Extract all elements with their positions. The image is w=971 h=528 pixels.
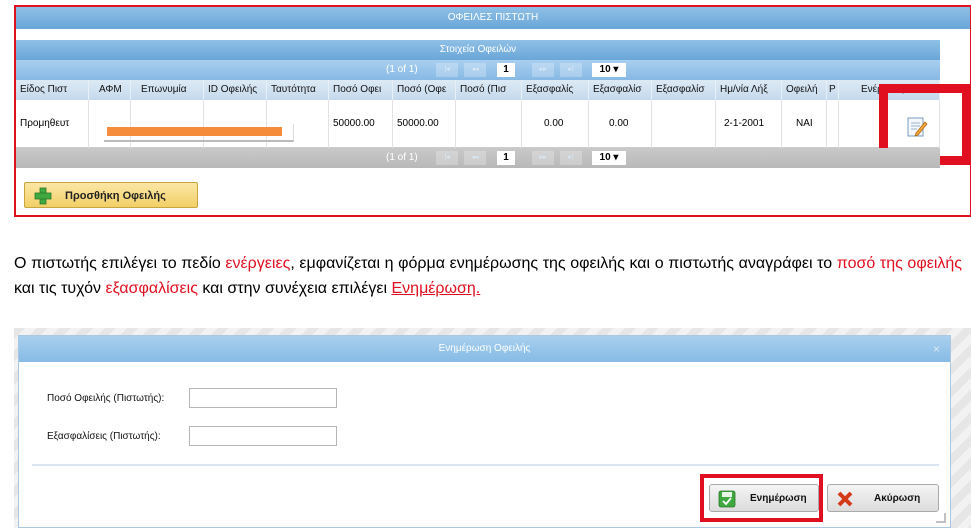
text-segment: , εμφανίζεται η φόρμα ενημέρωσης της οφε… bbox=[290, 255, 837, 272]
col-header[interactable]: Ταυτότητα bbox=[267, 80, 329, 100]
rows-per-page-select[interactable]: 10 ▾ bbox=[592, 63, 626, 77]
col-header[interactable]: Ποσό Οφει bbox=[329, 80, 393, 100]
text-segment: και στην συνέχεια επιλέγει bbox=[197, 280, 392, 297]
collateral-label: Εξασφαλίσεις (Πιστωτής): bbox=[47, 431, 161, 442]
current-page[interactable]: 1 bbox=[497, 151, 515, 165]
next-page-button[interactable]: ▸▸ bbox=[532, 151, 554, 165]
next-page-button[interactable]: ▸▸ bbox=[532, 63, 554, 77]
prev-page-button[interactable]: ◂◂ bbox=[464, 151, 486, 165]
redaction-bar bbox=[107, 127, 282, 136]
cell-r bbox=[827, 100, 839, 148]
instruction-text: Ο πιστωτής επιλέγει το πεδίο ενέργειες, … bbox=[14, 251, 962, 301]
text-segment: Ο πιστωτής επιλέγει το πεδίο bbox=[14, 255, 226, 272]
col-header[interactable]: Ποσό (Οφε bbox=[393, 80, 456, 100]
cancel-label: Ακύρωση bbox=[874, 493, 921, 504]
close-icon[interactable]: × bbox=[933, 343, 940, 355]
text-segment: και τις τυχόν bbox=[14, 280, 106, 297]
highlight-actions: ενέργειες bbox=[225, 255, 291, 272]
cell-debt-flag: ΝΑΙ bbox=[782, 100, 827, 148]
plus-icon bbox=[34, 187, 52, 205]
col-header[interactable]: Ρ bbox=[827, 80, 839, 100]
amount-label: Ποσό Οφειλής (Πιστωτής): bbox=[47, 393, 165, 404]
highlight-collateral: εξασφαλίσεις bbox=[105, 280, 198, 297]
collateral-input[interactable] bbox=[189, 426, 337, 446]
col-header[interactable]: Εξασφαλίσ bbox=[652, 80, 716, 100]
add-debt-button[interactable]: Προσθήκη Οφειλής bbox=[24, 182, 198, 208]
rows-per-page-select[interactable]: 10 ▾ bbox=[592, 151, 626, 165]
add-debt-label: Προσθήκη Οφειλής bbox=[65, 190, 166, 202]
first-page-button[interactable]: |◂ bbox=[436, 63, 458, 77]
cell-amount-creditor bbox=[456, 100, 522, 148]
prev-page-button[interactable]: ◂◂ bbox=[464, 63, 486, 77]
col-header[interactable]: Εξασφαλίς bbox=[522, 80, 589, 100]
table-caption: Στοιχεία Οφειλών bbox=[16, 40, 940, 60]
col-header[interactable]: ID Οφειλής bbox=[204, 80, 267, 100]
page-count: (1 of 1) bbox=[386, 152, 418, 163]
cell-collateral-1: 0.00 bbox=[522, 100, 589, 148]
cell-collateral-2: 0.00 bbox=[589, 100, 652, 148]
cell-amount: 50000.00 bbox=[329, 100, 393, 148]
col-header[interactable]: Ημ/νία Λήξ bbox=[716, 80, 782, 100]
cell-expiry: 2-1-2001 bbox=[716, 100, 782, 148]
cell-type: Προμηθευτ bbox=[16, 100, 89, 148]
cancel-x-icon bbox=[836, 490, 854, 511]
last-page-button[interactable]: ▸| bbox=[560, 151, 582, 165]
dialog-titlebar[interactable]: Ενημέρωση Οφειλής × bbox=[19, 336, 950, 362]
last-page-button[interactable]: ▸| bbox=[560, 63, 582, 77]
amount-input[interactable] bbox=[189, 388, 337, 408]
dialog-title: Ενημέρωση Οφειλής bbox=[438, 343, 531, 354]
pager-bottom: (1 of 1) |◂ ◂◂ 1 ▸▸ ▸| 10 ▾ bbox=[16, 148, 940, 168]
highlight-update: Ενημέρωση. bbox=[391, 280, 481, 297]
table-header: Είδος Πιστ ΑΦΜ Επωνυμία ID Οφειλής Ταυτό… bbox=[16, 80, 940, 100]
resize-grip-icon[interactable] bbox=[936, 513, 946, 523]
page-count: (1 of 1) bbox=[386, 64, 418, 75]
cancel-button[interactable]: Ακύρωση bbox=[827, 484, 939, 512]
cell-collateral-3 bbox=[652, 100, 716, 148]
col-header[interactable]: ΑΦΜ bbox=[89, 80, 131, 100]
pager-top: (1 of 1) |◂ ◂◂ 1 ▸▸ ▸| 10 ▾ bbox=[16, 60, 940, 80]
update-highlight-box bbox=[700, 474, 823, 522]
cell-amount-debtor: 50000.00 bbox=[393, 100, 456, 148]
col-header[interactable]: Είδος Πιστ bbox=[16, 80, 89, 100]
panel-title: ΟΦΕΙΛΕΣ ΠΙΣΤΩΤΗ bbox=[16, 7, 970, 29]
highlight-amount: ποσό της οφειλής bbox=[836, 255, 963, 272]
col-header[interactable]: Ποσό (Πισ bbox=[456, 80, 522, 100]
col-header[interactable]: Εξασφαλίσ bbox=[589, 80, 652, 100]
col-header[interactable]: Επωνυμία bbox=[131, 80, 204, 100]
current-page[interactable]: 1 bbox=[497, 63, 515, 77]
dialog-divider bbox=[32, 464, 939, 466]
col-header[interactable]: Οφειλή bbox=[782, 80, 827, 100]
first-page-button[interactable]: |◂ bbox=[436, 151, 458, 165]
